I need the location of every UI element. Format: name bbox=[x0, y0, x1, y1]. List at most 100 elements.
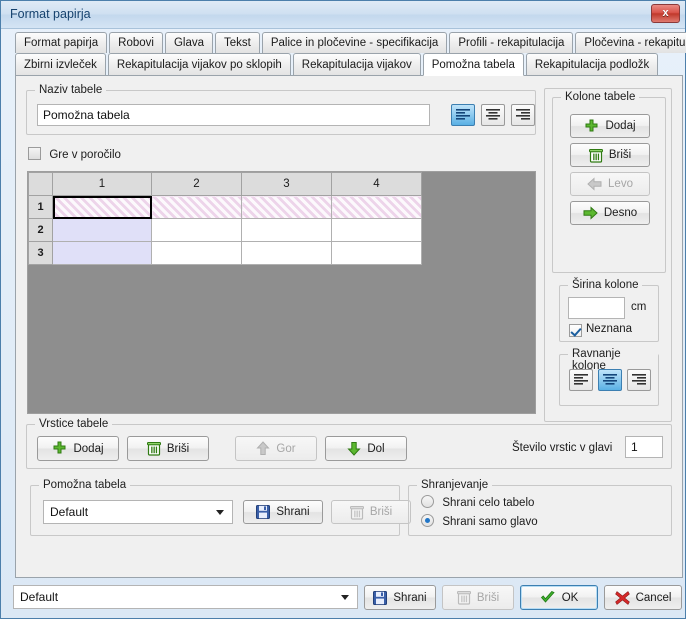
footer-delete-label: Briši bbox=[476, 591, 500, 604]
name-align-center-button[interactable] bbox=[481, 104, 505, 126]
trash-icon bbox=[146, 442, 161, 456]
table-row: 2 bbox=[28, 218, 422, 242]
grid-row-header-2[interactable]: 2 bbox=[28, 218, 53, 242]
grid-cell-r2c1[interactable] bbox=[52, 218, 152, 242]
tab-zbirni-izvlecek[interactable]: Zbirni izvleček bbox=[15, 53, 106, 76]
grid-cell-r1c2[interactable] bbox=[151, 195, 242, 219]
arrow-left-icon bbox=[587, 177, 602, 191]
add-column-button[interactable]: Dodaj bbox=[570, 114, 650, 138]
preset-save-label: Shrani bbox=[276, 506, 310, 518]
tab-rekapitulacija-podlozk[interactable]: Rekapitulacija podložk bbox=[525, 53, 659, 76]
preset-save-button[interactable]: Shrani bbox=[243, 500, 323, 524]
grid-col-header-2[interactable]: 2 bbox=[151, 172, 242, 196]
footer-save-button[interactable]: Shrani bbox=[364, 585, 436, 610]
delete-row-button[interactable]: Briši bbox=[127, 436, 209, 461]
column-width-group: Širina kolone cm Neznana bbox=[559, 279, 659, 342]
tab-rekapitulacija-vijakov[interactable]: Rekapitulacija vijakov bbox=[292, 53, 421, 76]
grid-header-row: 1 2 3 4 bbox=[28, 172, 422, 196]
report-checkbox[interactable] bbox=[28, 147, 41, 160]
footer-save-label: Shrani bbox=[393, 591, 427, 604]
save-whole-table-radio-row[interactable]: Shrani celo tabelo bbox=[421, 495, 534, 509]
tab-glava[interactable]: Glava bbox=[164, 32, 213, 53]
add-row-label: Dodaj bbox=[73, 442, 104, 455]
tab-palice-in-plocevine-specifikacija[interactable]: Palice in pločevine - specifikacija bbox=[261, 32, 448, 53]
align-left-icon bbox=[574, 374, 588, 385]
table-grid-area[interactable]: 1 2 3 4 1 2 3 bbox=[27, 171, 536, 414]
delete-row-label: Briši bbox=[166, 442, 190, 455]
column-width-unit: cm bbox=[631, 301, 647, 313]
plus-icon bbox=[53, 441, 66, 454]
grid-cell-r2c4[interactable] bbox=[331, 218, 422, 242]
name-align-left-button[interactable] bbox=[451, 104, 475, 126]
close-button[interactable]: x bbox=[651, 4, 680, 23]
cancel-button[interactable]: Cancel bbox=[604, 585, 682, 610]
grid-cell-r1c3[interactable] bbox=[241, 195, 332, 219]
rows-group-legend: Vrstice tabele bbox=[35, 418, 113, 430]
rows-group: Vrstice tabele Dodaj Briši Gor Dol Števi… bbox=[26, 418, 672, 469]
grid-cell-r3c2[interactable] bbox=[151, 241, 242, 265]
move-column-right-button[interactable]: Desno bbox=[570, 201, 650, 225]
tab-tekst[interactable]: Tekst bbox=[215, 32, 260, 53]
grid-col-header-1[interactable]: 1 bbox=[52, 172, 152, 196]
align-center-icon bbox=[486, 109, 500, 120]
grid-col-header-4[interactable]: 4 bbox=[331, 172, 422, 196]
tab-plocevina-rekapitulacija[interactable]: Pločevina - rekapitulacija bbox=[575, 32, 686, 53]
move-row-up-button: Gor bbox=[235, 436, 317, 461]
tab-robovi[interactable]: Robovi bbox=[109, 32, 163, 53]
preset-combobox[interactable]: Default bbox=[43, 500, 233, 524]
table-grid[interactable]: 1 2 3 4 1 2 3 bbox=[28, 172, 422, 265]
column-align-right-button[interactable] bbox=[627, 369, 651, 391]
header-rows-input[interactable] bbox=[625, 436, 663, 458]
add-column-label: Dodaj bbox=[605, 120, 636, 132]
tab-profili-rekapitulacija[interactable]: Profili - rekapitulacija bbox=[449, 32, 574, 53]
unknown-width-checkbox[interactable] bbox=[569, 324, 582, 337]
save-header-only-label: Shrani samo glavo bbox=[442, 516, 538, 528]
grid-cell-r1c1[interactable] bbox=[52, 195, 152, 219]
columns-group-legend: Kolone tabele bbox=[561, 91, 640, 103]
name-align-right-button[interactable] bbox=[511, 104, 535, 126]
preset-combobox-value: Default bbox=[50, 505, 89, 519]
footer-delete-button: Briši bbox=[442, 585, 514, 610]
add-row-button[interactable]: Dodaj bbox=[37, 436, 119, 461]
report-checkbox-row[interactable]: Gre v poročilo bbox=[28, 147, 121, 161]
table-row: 3 bbox=[28, 241, 422, 265]
tab-format-papirja[interactable]: Format papirja bbox=[15, 32, 108, 53]
preset-delete-label: Briši bbox=[369, 506, 393, 518]
grid-row-header-1[interactable]: 1 bbox=[28, 195, 53, 219]
unknown-width-label: Neznana bbox=[586, 323, 633, 335]
grid-cell-r2c2[interactable] bbox=[151, 218, 242, 242]
column-width-input[interactable] bbox=[568, 297, 625, 319]
ok-button[interactable]: OK bbox=[520, 585, 598, 610]
table-name-input[interactable] bbox=[37, 104, 430, 126]
grid-row-header-3[interactable]: 3 bbox=[28, 241, 53, 265]
columns-outer-panel: Kolone tabele Dodaj Briši Levo Desno Šir… bbox=[544, 88, 672, 422]
tab-pomozna-tabela[interactable]: Pomožna tabela bbox=[422, 53, 524, 76]
ok-label: OK bbox=[561, 591, 579, 604]
move-row-down-label: Dol bbox=[367, 442, 385, 455]
footer-preset-value: Default bbox=[20, 590, 59, 604]
footer-preset-combobox[interactable]: Default bbox=[13, 585, 358, 609]
columns-group: Kolone tabele Dodaj Briši Levo Desno bbox=[552, 91, 666, 273]
dialog-window: Format papirja x Format papirja Robovi G… bbox=[0, 0, 686, 619]
trash-icon bbox=[349, 505, 364, 520]
window-title: Format papirja bbox=[10, 7, 91, 21]
delete-column-button[interactable]: Briši bbox=[570, 143, 650, 167]
grid-cell-r3c4[interactable] bbox=[331, 241, 422, 265]
column-align-center-button[interactable] bbox=[598, 369, 622, 391]
save-whole-table-radio[interactable] bbox=[421, 495, 434, 508]
grid-col-header-3[interactable]: 3 bbox=[241, 172, 332, 196]
grid-cell-r1c4[interactable] bbox=[331, 195, 422, 219]
tab-rekapitulacija-vijakov-po-sklopih[interactable]: Rekapitulacija vijakov po sklopih bbox=[107, 53, 291, 76]
report-checkbox-label: Gre v poročilo bbox=[49, 149, 121, 161]
arrow-up-icon bbox=[256, 441, 271, 455]
arrow-right-icon bbox=[583, 206, 598, 220]
save-header-only-radio[interactable] bbox=[421, 514, 434, 527]
column-align-left-button[interactable] bbox=[569, 369, 593, 391]
grid-cell-r3c1[interactable] bbox=[52, 241, 152, 265]
move-row-down-button[interactable]: Dol bbox=[325, 436, 407, 461]
delete-column-label: Briši bbox=[608, 149, 632, 161]
save-header-only-radio-row[interactable]: Shrani samo glavo bbox=[421, 514, 538, 528]
align-right-icon bbox=[632, 374, 646, 385]
grid-cell-r3c3[interactable] bbox=[241, 241, 332, 265]
grid-cell-r2c3[interactable] bbox=[241, 218, 332, 242]
